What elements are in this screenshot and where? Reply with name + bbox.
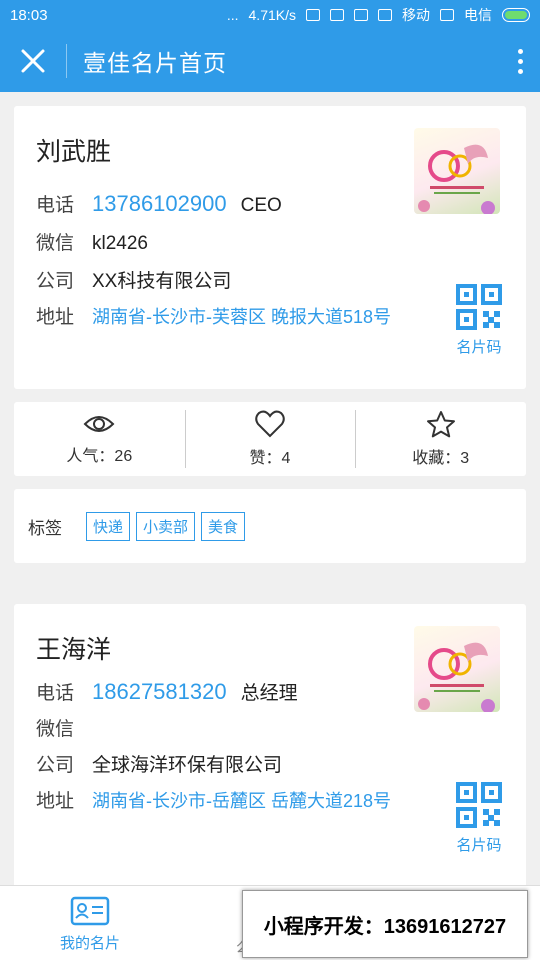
company-row: 公司 全球海洋环保有限公司 [36, 750, 282, 777]
qr-label: 名片码 [456, 837, 502, 854]
carrier-2: 电信 [464, 7, 492, 23]
carrier-1: 移动 [402, 7, 430, 23]
tags-section: 标签 快递 小卖部 美食 [14, 489, 526, 563]
tab-my-card[interactable]: 我的名片 [40, 896, 140, 953]
company-value: XX科技有限公司 [92, 271, 232, 292]
promo-text: 小程序开发：13691612727 [263, 915, 507, 938]
qr-code-button[interactable]: 名片码 [454, 782, 504, 855]
eye-icon [83, 416, 115, 432]
views-count: 人气：26 [66, 448, 133, 465]
signal-icon [378, 9, 392, 21]
app-header: 壹佳名片首页 [0, 30, 540, 92]
network-speed: 4.71K/s [248, 7, 296, 23]
status-time: 18:03 [10, 6, 48, 24]
more-menu-button[interactable] [500, 30, 540, 92]
status-bar: 18:03 ... 4.71K/s 移动 电信 [0, 0, 540, 30]
card-position: 总经理 [240, 683, 298, 704]
phone-link[interactable]: 13786102900 [92, 191, 227, 217]
greeting-image [418, 642, 495, 712]
company-label: 公司 [36, 271, 75, 292]
battery-icon [502, 8, 530, 22]
bluetooth-icon [306, 9, 320, 21]
address-row: 地址 湖南省-长沙市-岳麓区 岳麓大道218号 [36, 786, 391, 813]
close-icon [21, 49, 45, 73]
address-label: 地址 [36, 307, 75, 328]
favorites-stat[interactable]: 收藏：3 [355, 402, 526, 476]
tags-label: 标签 [28, 518, 62, 538]
wifi-icon [354, 9, 368, 21]
likes-count: 赞：4 [249, 450, 291, 467]
company-row: 公司 XX科技有限公司 [36, 266, 231, 293]
heart-icon [255, 410, 285, 438]
stats-bar: 人气：26 赞：4 收藏：3 [14, 402, 526, 476]
phone-label: 电话 [36, 683, 75, 704]
signal-4g-icon [440, 9, 454, 21]
business-card[interactable]: 刘武胜 电话 13786102900 CEO 微信 kl2426 公司 XX科技… [14, 106, 526, 389]
wechat-label: 微信 [36, 233, 75, 254]
card-image[interactable] [414, 128, 500, 214]
favorites-count: 收藏：3 [412, 450, 470, 467]
greeting-image [418, 144, 495, 214]
wechat-label: 微信 [36, 719, 75, 740]
star-icon [426, 411, 455, 438]
close-button[interactable] [0, 30, 66, 92]
card-position: CEO [240, 195, 282, 216]
phone-row: 电话 18627581320 总经理 [36, 678, 298, 705]
address-link[interactable]: 湖南省-长沙市-岳麓区 岳麓大道218号 [92, 787, 391, 813]
company-label: 公司 [36, 755, 75, 776]
qr-code-icon [456, 782, 502, 828]
header-divider [66, 44, 67, 78]
tab-my-card-label: 我的名片 [59, 935, 120, 952]
tag-chip[interactable]: 快递 [86, 511, 131, 541]
views-stat: 人气：26 [14, 402, 185, 476]
phone-link[interactable]: 18627581320 [92, 679, 227, 705]
card-name: 王海洋 [36, 636, 112, 664]
page-title: 壹佳名片首页 [83, 50, 227, 76]
company-value: 全球海洋环保有限公司 [92, 755, 283, 776]
qr-code-icon [456, 284, 502, 330]
content-area[interactable]: 刘武胜 电话 13786102900 CEO 微信 kl2426 公司 XX科技… [0, 92, 540, 885]
business-card[interactable]: 王海洋 电话 18627581320 总经理 微信 公司 全球海洋环保有限公司 … [14, 604, 526, 885]
qr-code-button[interactable]: 名片码 [454, 284, 504, 357]
phone-label: 电话 [36, 195, 75, 216]
card-name: 刘武胜 [36, 138, 112, 166]
address-link[interactable]: 湖南省-长沙市-芙蓉区 晚报大道518号 [92, 303, 391, 329]
alarm-icon [330, 9, 344, 21]
qr-label: 名片码 [456, 339, 502, 356]
promo-banner: 小程序开发：13691612727 [242, 890, 528, 958]
phone-row: 电话 13786102900 CEO [36, 190, 282, 217]
address-row: 地址 湖南省-长沙市-芙蓉区 晚报大道518号 [36, 302, 391, 329]
id-card-icon [70, 896, 110, 926]
more-icon [517, 48, 523, 54]
card-image[interactable] [414, 626, 500, 712]
tag-chip[interactable]: 小卖部 [136, 511, 196, 541]
status-dots: ... [226, 7, 239, 23]
tag-chip[interactable]: 美食 [201, 511, 246, 541]
wechat-value: kl2426 [92, 233, 148, 254]
address-label: 地址 [36, 791, 75, 812]
wechat-row: 微信 [36, 714, 92, 741]
wechat-row: 微信 kl2426 [36, 228, 148, 255]
likes-stat[interactable]: 赞：4 [184, 402, 356, 476]
